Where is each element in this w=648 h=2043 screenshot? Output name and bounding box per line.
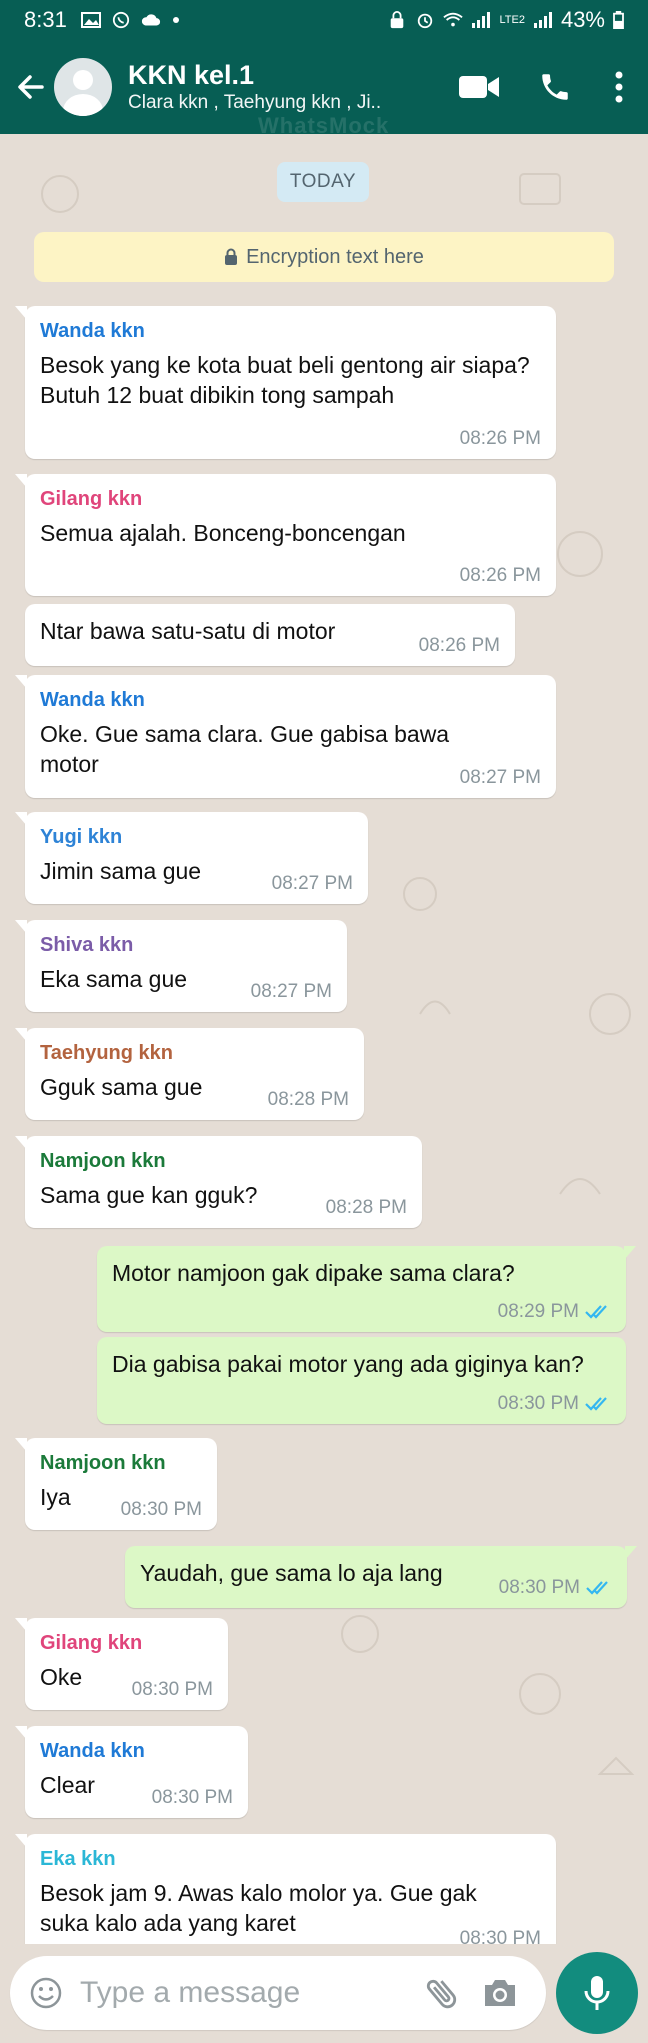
message-text: Oke. Gue sama clara. Gue gabisa bawa mot… [40, 721, 450, 777]
attach-button[interactable] [418, 1969, 466, 2017]
arrow-left-icon [18, 75, 44, 99]
message-time: 08:30 PM [131, 1679, 213, 1700]
message-bubble[interactable]: Taehyung kkn Gguk sama gue 08:28 PM [15, 1028, 364, 1120]
message-bubble-outgoing[interactable]: Dia gabisa pakai motor yang ada giginya … [97, 1337, 626, 1424]
chat-participants: Clara kkn , Taehyung kkn , Ji.. [128, 92, 382, 113]
back-button[interactable] [8, 57, 54, 117]
double-check-icon [585, 1397, 607, 1411]
message-time: 08:27 PM [459, 767, 541, 788]
network-label: LTE2 [499, 13, 525, 26]
wifi-icon [443, 12, 464, 27]
message-time: 08:30 PM [497, 1393, 579, 1414]
message-bubble[interactable]: Namjoon kkn Iya 08:30 PM [15, 1438, 217, 1530]
phone-icon [542, 74, 568, 100]
message-sender: Wanda kkn [40, 320, 145, 342]
message-time: 08:28 PM [267, 1089, 349, 1110]
message-time: 08:30 PM [120, 1499, 202, 1520]
video-camera-icon [459, 76, 499, 98]
message-text: Besok yang ke kota buat beli gentong air… [40, 352, 530, 408]
message-bubble[interactable]: Wanda kkn Besok yang ke kota buat beli g… [15, 306, 556, 459]
message-bubble[interactable]: Yugi kkn Jimin sama gue 08:27 PM [15, 812, 368, 904]
message-time: 08:26 PM [459, 565, 541, 586]
date-divider: TODAY [277, 162, 369, 202]
alarm-icon [418, 13, 433, 29]
gallery-icon [80, 12, 101, 28]
message-bubble[interactable]: Gilang kkn Oke 08:30 PM [15, 1618, 228, 1710]
message-sender: Yugi kkn [40, 826, 123, 848]
status-bar: 8:31 LTE2 43% [0, 0, 648, 40]
message-sender: Wanda kkn [40, 1740, 145, 1762]
signal-icon-2 [533, 12, 552, 28]
voice-call-button[interactable] [528, 60, 582, 114]
more-options-button[interactable] [604, 60, 634, 114]
dot-icon [172, 17, 179, 23]
group-avatar[interactable] [54, 58, 112, 116]
message-text: Dia gabisa pakai motor yang ada giginya … [112, 1351, 584, 1377]
chat-header: KKN kel.1 Clara kkn , Taehyung kkn , Ji.… [0, 40, 648, 138]
message-bubble[interactable]: Gilang kkn Semua ajalah. Bonceng-bonceng… [15, 474, 556, 596]
message-time: 08:30 PM [459, 1928, 541, 1944]
lock-icon [391, 11, 404, 29]
message-sender: Eka kkn [40, 1848, 116, 1870]
video-call-button[interactable] [452, 60, 506, 114]
message-time: 08:28 PM [325, 1197, 407, 1218]
encryption-text: Encryption text here [246, 245, 424, 268]
double-check-icon [585, 1305, 607, 1319]
battery-percent: 43% [560, 7, 605, 32]
whatsapp-icon [112, 11, 129, 29]
voice-message-button[interactable] [556, 1952, 638, 2034]
chat-area[interactable]: TODAY Encryption text here Wanda kkn Bes… [0, 134, 648, 1944]
message-time: 08:26 PM [418, 635, 500, 656]
message-input[interactable] [80, 1976, 410, 2010]
message-text: Motor namjoon gak dipake sama clara? [112, 1260, 515, 1286]
message-time: 08:27 PM [250, 981, 332, 1002]
message-time: 08:29 PM [497, 1301, 579, 1322]
message-bubble[interactable]: Eka kkn Besok jam 9. Awas kalo molor ya.… [15, 1834, 556, 1944]
message-bubble-outgoing[interactable]: Motor namjoon gak dipake sama clara? 08:… [97, 1246, 636, 1332]
message-sender: Wanda kkn [40, 689, 145, 711]
message-bubble[interactable]: Namjoon kkn Sama gue kan gguk? 08:28 PM [15, 1136, 422, 1228]
input-bar [0, 1944, 648, 2043]
status-time: 8:31 [24, 7, 67, 32]
message-bubble-outgoing[interactable]: Yaudah, gue sama lo aja lang 08:30 PM [125, 1546, 637, 1608]
compose-box [10, 1956, 546, 2030]
chat-info[interactable]: KKN kel.1 Clara kkn , Taehyung kkn , Ji.… [128, 59, 452, 138]
message-time: 08:30 PM [151, 1787, 233, 1808]
message-bubble[interactable]: Ntar bawa satu-satu di motor 08:26 PM [25, 604, 515, 666]
cloud-icon [141, 14, 160, 26]
message-time: 08:27 PM [271, 873, 353, 894]
message-sender: Shiva kkn [40, 934, 134, 956]
message-sender: Namjoon kkn [40, 1150, 166, 1172]
double-check-icon [586, 1581, 608, 1595]
message-sender: Namjoon kkn [40, 1452, 166, 1474]
message-time: 08:30 PM [498, 1577, 580, 1598]
message-time: 08:26 PM [459, 428, 541, 449]
chat-title: KKN kel.1 [128, 60, 255, 90]
message-text: Besok jam 9. Awas kalo molor ya. Gue gak… [40, 1880, 477, 1936]
emoji-button[interactable] [26, 1973, 66, 2013]
message-sender: Taehyung kkn [40, 1042, 173, 1064]
message-text: Semua ajalah. Bonceng-boncengan [40, 520, 406, 546]
paperclip-icon [426, 1979, 457, 2009]
encryption-notice[interactable]: Encryption text here [34, 232, 614, 282]
battery-icon [613, 11, 624, 29]
signal-icon [472, 12, 491, 28]
message-bubble[interactable]: Wanda kkn Oke. Gue sama clara. Gue gabis… [15, 675, 556, 798]
message-bubble[interactable]: Shiva kkn Eka sama gue 08:27 PM [15, 920, 347, 1012]
emoji-icon [30, 1977, 62, 2009]
camera-button[interactable] [476, 1969, 524, 2017]
camera-icon [485, 1980, 515, 2006]
lock-icon [225, 248, 238, 265]
message-sender: Gilang kkn [40, 1632, 143, 1654]
message-bubble[interactable]: Wanda kkn Clear 08:30 PM [15, 1726, 248, 1818]
microphone-icon [584, 1976, 610, 2010]
more-vertical-icon [615, 71, 623, 103]
message-sender: Gilang kkn [40, 488, 143, 510]
